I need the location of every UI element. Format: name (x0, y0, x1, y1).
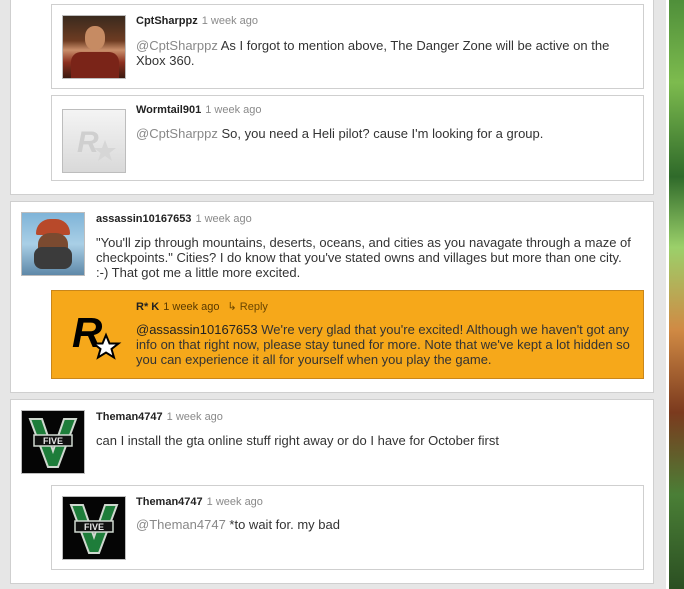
reply-item: R Wormtail901 1 week ago @CptSharppz So, … (51, 95, 644, 181)
timestamp: 1 week ago (206, 496, 263, 508)
user-avatar[interactable] (62, 15, 126, 79)
mention-link[interactable]: @Theman4747 (136, 517, 226, 532)
svg-text:R: R (77, 126, 99, 159)
gta-v-logo-icon: FIVE (28, 418, 78, 468)
user-avatar[interactable]: FIVE (21, 410, 85, 474)
user-avatar[interactable] (21, 212, 85, 276)
svg-text:R: R (72, 309, 103, 356)
username-link[interactable]: Theman4747 (96, 411, 163, 423)
reply-text: @assassin10167653 We're very glad that y… (136, 322, 630, 367)
reply-item-official: R R* K 1 week ago ↳ Reply @assassin1016765… (51, 290, 644, 379)
timestamp: 1 week ago (163, 301, 220, 313)
comment-thread: CptSharppz 1 week ago @CptSharppz As I fo… (10, 0, 654, 195)
rockstar-logo-icon[interactable]: R (62, 109, 126, 173)
svg-text:FIVE: FIVE (84, 522, 104, 532)
timestamp: 1 week ago (166, 411, 223, 423)
mention-link[interactable]: @CptSharppz (136, 126, 218, 141)
reply-text: @Theman4747 *to wait for. my bad (136, 517, 340, 532)
svg-text:FIVE: FIVE (43, 436, 63, 446)
comment-text: "You'll zip through mountains, deserts, … (96, 235, 631, 280)
timestamp: 1 week ago (201, 15, 258, 27)
comment-text: can I install the gta online stuff right… (96, 433, 499, 448)
user-avatar[interactable]: FIVE (62, 496, 126, 560)
mention-link[interactable]: @assassin10167653 (136, 322, 258, 337)
username-link[interactable]: CptSharppz (136, 15, 198, 27)
rockstar-logo-icon[interactable]: R (64, 301, 128, 365)
username-link[interactable]: assassin10167653 (96, 213, 191, 225)
reply-text: @CptSharppz So, you need a Heli pilot? c… (136, 126, 544, 141)
comment-thread: assassin10167653 1 week ago "You'll zip t… (10, 201, 654, 393)
username-link[interactable]: Wormtail901 (136, 104, 201, 116)
username-link[interactable]: R* K (136, 301, 159, 313)
comment-feed: CptSharppz 1 week ago @CptSharppz As I fo… (0, 0, 668, 589)
mention-link[interactable]: @CptSharppz (136, 38, 218, 53)
reply-item: FIVE Theman4747 1 week ago @Theman4747 *t… (51, 485, 644, 570)
reply-button[interactable]: ↳ Reply (228, 301, 268, 313)
timestamp: 1 week ago (195, 213, 252, 225)
username-link[interactable]: Theman4747 (136, 496, 203, 508)
timestamp: 1 week ago (205, 104, 262, 116)
gta-v-logo-icon: FIVE (69, 504, 119, 554)
reply-item: CptSharppz 1 week ago @CptSharppz As I fo… (51, 4, 644, 89)
reply-text: @CptSharppz As I forgot to mention above… (136, 38, 610, 68)
reply-arrow-icon: ↳ (227, 301, 240, 313)
comment-thread: FIVE Theman4747 1 week ago can I install … (10, 399, 654, 584)
background-artwork (666, 0, 684, 589)
